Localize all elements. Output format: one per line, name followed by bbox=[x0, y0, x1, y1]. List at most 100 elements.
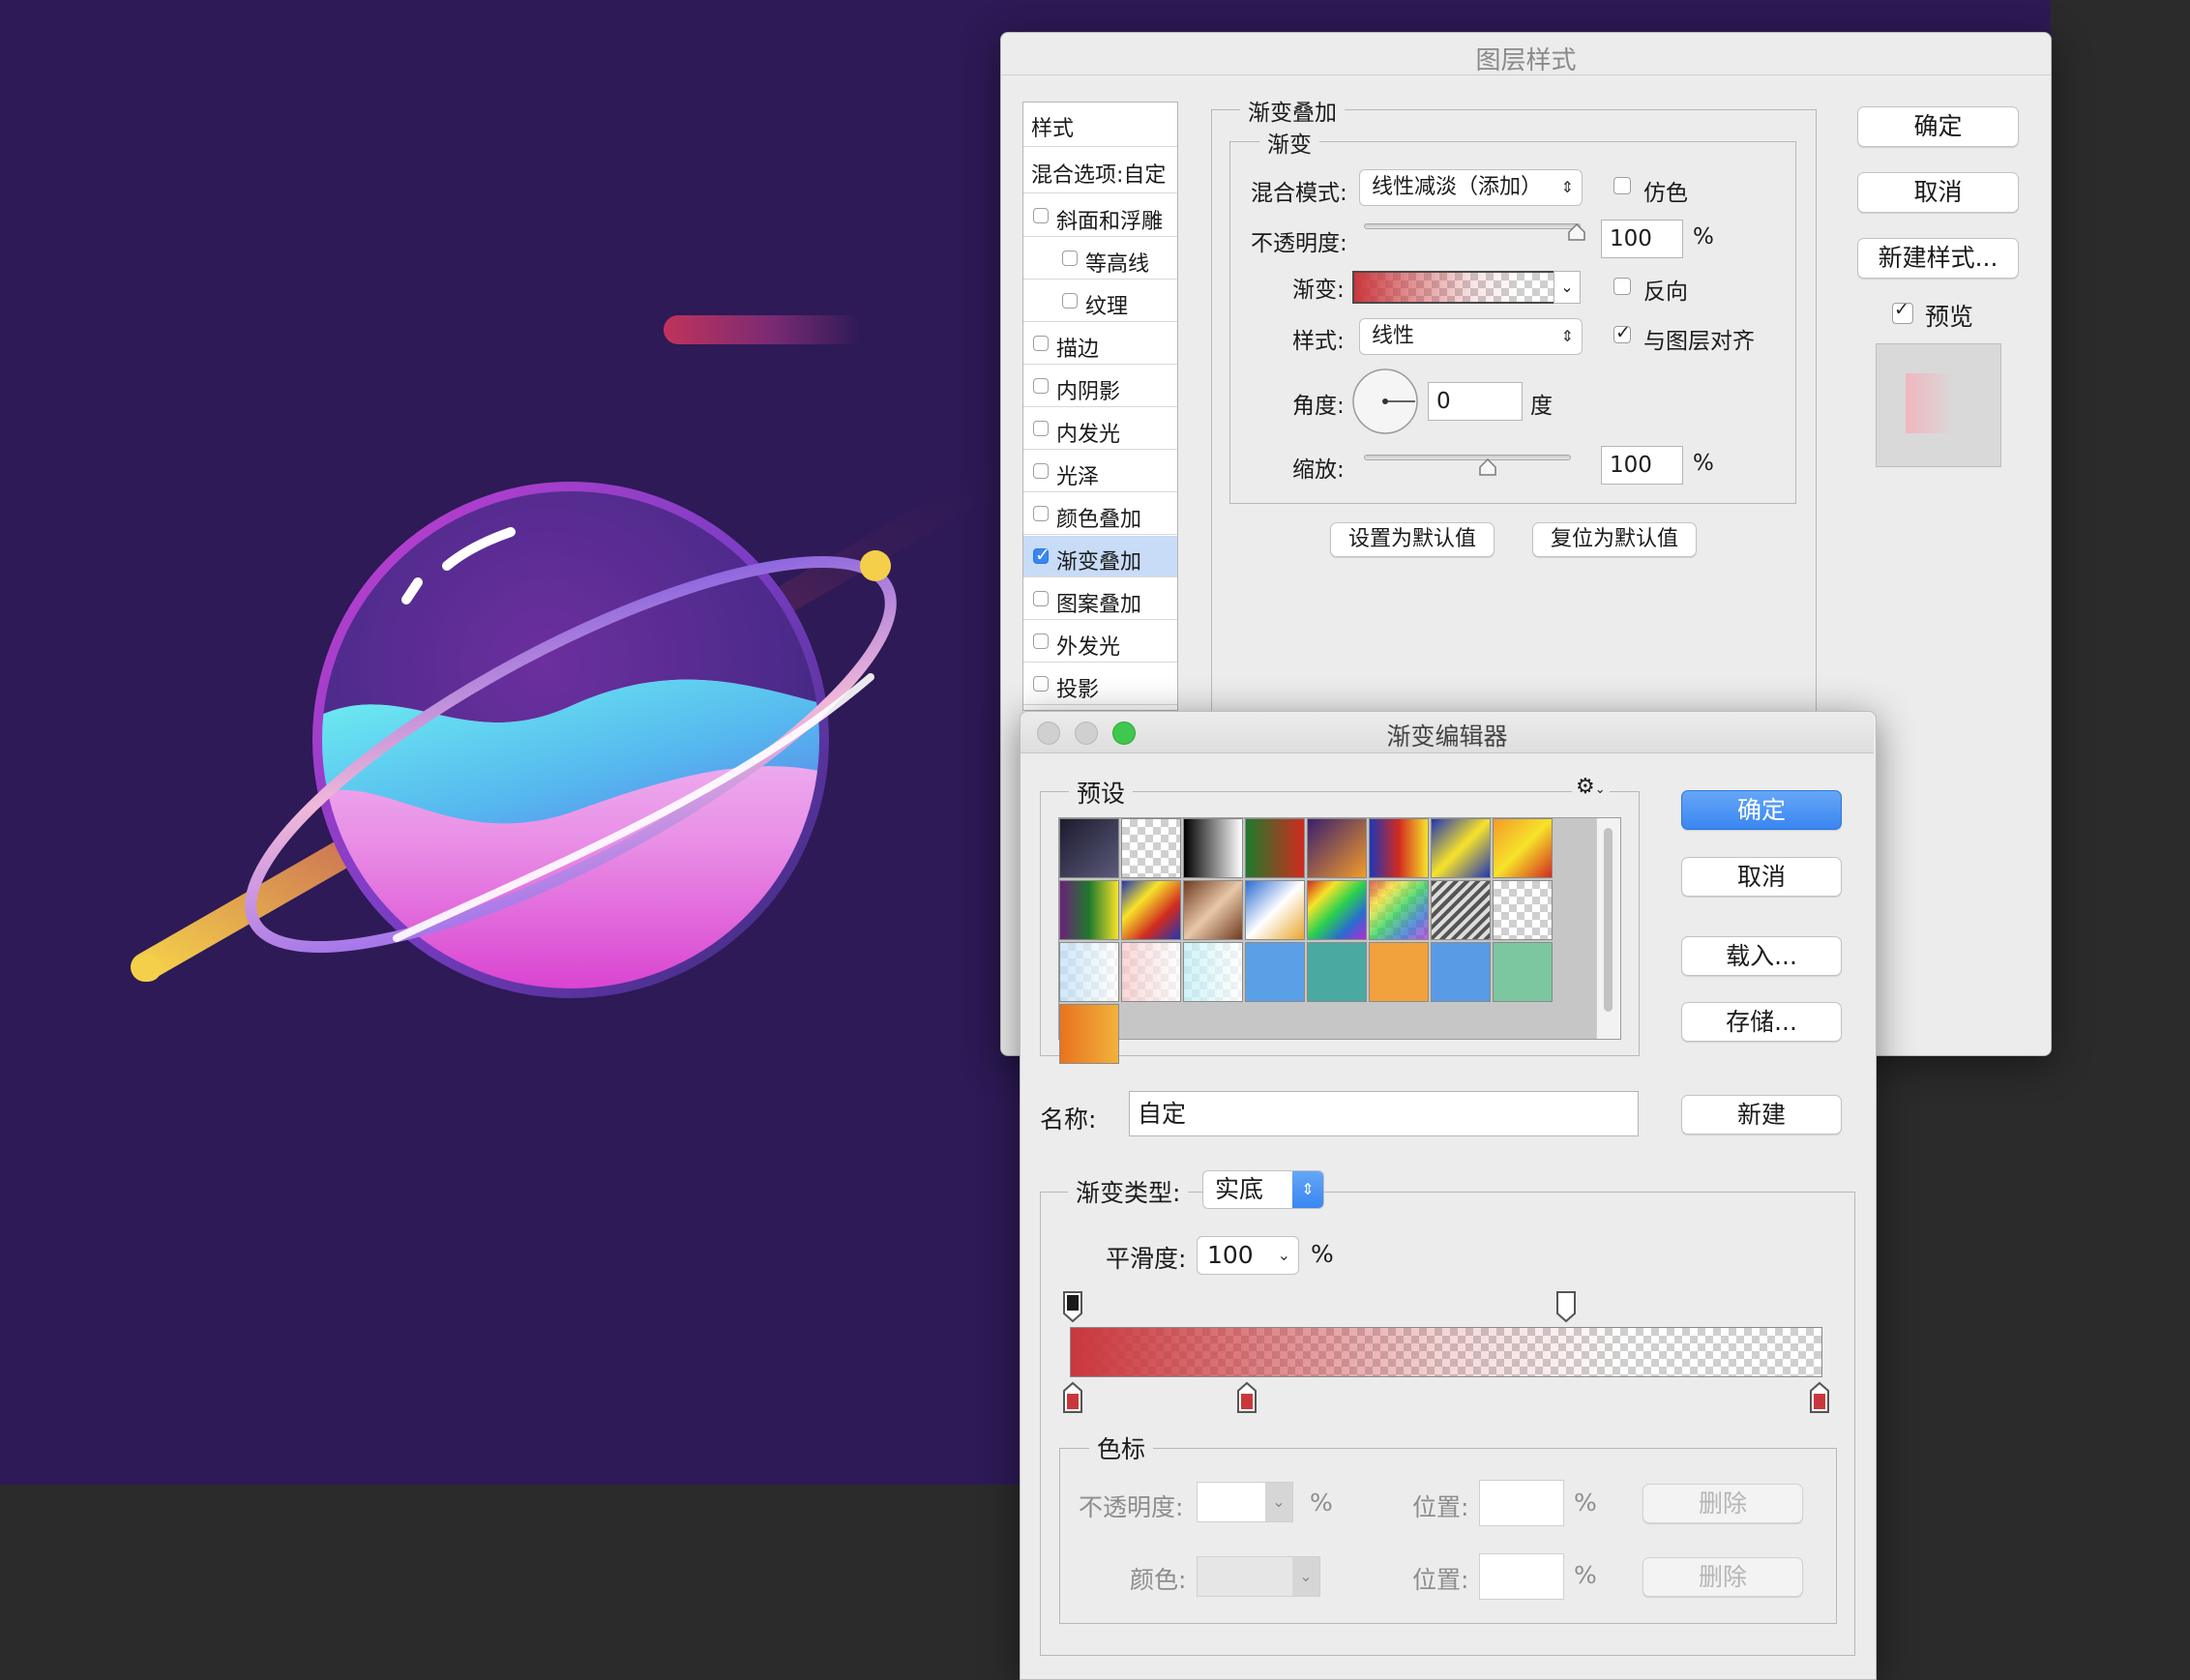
effect-item[interactable]: 内发光 bbox=[1023, 408, 1177, 450]
opacity-input[interactable]: 100 bbox=[1601, 220, 1683, 258]
preset-swatch[interactable] bbox=[1307, 942, 1367, 1002]
new-gradient-button[interactable]: 新建 bbox=[1681, 1095, 1842, 1135]
opacity-slider[interactable] bbox=[1364, 223, 1581, 229]
effect-item[interactable]: 颜色叠加 bbox=[1023, 493, 1177, 535]
preset-swatch[interactable] bbox=[1245, 818, 1305, 878]
stop-opacity-input[interactable]: ⌄ bbox=[1197, 1482, 1293, 1522]
delete-opacity-stop-button[interactable]: 删除 bbox=[1642, 1484, 1803, 1523]
preset-swatch[interactable] bbox=[1431, 942, 1491, 1002]
preview-checkbox[interactable] bbox=[1892, 299, 1913, 324]
effect-checkbox[interactable] bbox=[1033, 545, 1051, 566]
preset-swatch[interactable] bbox=[1493, 818, 1553, 878]
dither-checkbox[interactable] bbox=[1613, 177, 1631, 194]
scale-label: 缩放: bbox=[1292, 457, 1345, 483]
scale-slider-thumb[interactable] bbox=[1478, 457, 1497, 477]
effect-checkbox[interactable] bbox=[1062, 293, 1078, 309]
preset-swatch[interactable] bbox=[1369, 818, 1429, 878]
effect-item[interactable]: 内阴影 bbox=[1023, 366, 1177, 407]
preset-swatch[interactable] bbox=[1183, 880, 1243, 940]
preset-swatch[interactable] bbox=[1059, 1004, 1119, 1064]
opacity-stop-end[interactable] bbox=[1555, 1290, 1577, 1323]
opacity-position-input[interactable] bbox=[1479, 1480, 1564, 1526]
effect-checkbox[interactable] bbox=[1062, 251, 1078, 266]
preset-swatch[interactable] bbox=[1369, 942, 1429, 1002]
effect-item[interactable]: 图案叠加 bbox=[1023, 578, 1177, 620]
effect-checkbox[interactable] bbox=[1033, 208, 1049, 223]
opacity-slider-thumb[interactable] bbox=[1567, 222, 1586, 242]
save-button[interactable]: 存储... bbox=[1681, 1002, 1842, 1042]
angle-dial-icon[interactable] bbox=[1351, 368, 1419, 435]
updown-icon: ⇕ bbox=[1560, 178, 1574, 196]
preset-scrollbar[interactable] bbox=[1596, 818, 1620, 1039]
preset-swatch[interactable] bbox=[1059, 818, 1119, 878]
effect-item[interactable]: 斜面和浮雕 bbox=[1023, 195, 1177, 237]
preset-swatch[interactable] bbox=[1493, 880, 1553, 940]
styles-header[interactable]: 样式 bbox=[1023, 103, 1177, 147]
effect-item[interactable]: 投影 bbox=[1023, 663, 1177, 705]
preset-swatch[interactable] bbox=[1493, 942, 1553, 1002]
preset-swatch[interactable] bbox=[1245, 880, 1305, 940]
effect-checkbox[interactable] bbox=[1033, 634, 1049, 649]
effect-item[interactable]: 外发光 bbox=[1023, 621, 1177, 663]
opacity-percent: % bbox=[1693, 224, 1714, 250]
effect-checkbox[interactable] bbox=[1033, 421, 1049, 436]
preset-swatch[interactable] bbox=[1183, 942, 1243, 1002]
align-with-layer-label: 与图层对齐 bbox=[1643, 329, 1755, 354]
stop-color-swatch[interactable]: ⌄ bbox=[1197, 1556, 1320, 1597]
gradient-ok-button[interactable]: 确定 bbox=[1681, 790, 1842, 830]
angle-input[interactable]: 0 bbox=[1428, 382, 1523, 421]
name-input[interactable]: 自定 bbox=[1129, 1091, 1639, 1136]
scale-slider[interactable] bbox=[1364, 455, 1571, 460]
preset-swatch[interactable] bbox=[1245, 942, 1305, 1002]
preset-swatch[interactable] bbox=[1059, 880, 1119, 940]
smoothness-select[interactable]: 100 ⌄ bbox=[1197, 1236, 1299, 1275]
preset-scrollbar-thumb[interactable] bbox=[1604, 828, 1613, 1012]
preset-swatch[interactable] bbox=[1431, 880, 1491, 940]
effect-checkbox[interactable] bbox=[1033, 676, 1049, 692]
new-style-button[interactable]: 新建样式... bbox=[1857, 238, 2019, 279]
effect-checkbox[interactable] bbox=[1033, 463, 1049, 479]
preset-swatch[interactable] bbox=[1369, 880, 1429, 940]
blend-options-item[interactable]: 混合选项:自定 bbox=[1023, 149, 1177, 193]
layer-style-cancel-button[interactable]: 取消 bbox=[1857, 172, 2019, 213]
preset-swatch[interactable] bbox=[1121, 818, 1181, 878]
gear-icon[interactable]: ⚙⌄ bbox=[1572, 775, 1610, 799]
preset-swatch[interactable] bbox=[1431, 818, 1491, 878]
preset-swatch[interactable] bbox=[1183, 818, 1243, 878]
effect-item[interactable]: 纹理 bbox=[1023, 280, 1177, 322]
align-with-layer-checkbox[interactable] bbox=[1613, 322, 1631, 343]
scale-input[interactable]: 100 bbox=[1601, 446, 1683, 485]
gradient-preview-swatch[interactable] bbox=[1352, 271, 1555, 304]
effect-item[interactable]: 渐变叠加 bbox=[1023, 536, 1177, 577]
chevron-down-icon: ⌄ bbox=[1277, 1246, 1290, 1264]
effect-item[interactable]: 光泽 bbox=[1023, 451, 1177, 492]
preset-swatch[interactable] bbox=[1307, 818, 1367, 878]
reset-default-button[interactable]: 复位为默认值 bbox=[1532, 522, 1697, 557]
color-stop-end[interactable] bbox=[1809, 1381, 1830, 1414]
opacity-stop-start[interactable] bbox=[1062, 1290, 1083, 1323]
reverse-checkbox[interactable] bbox=[1613, 278, 1631, 295]
gradient-cancel-button[interactable]: 取消 bbox=[1681, 857, 1842, 897]
load-button[interactable]: 载入... bbox=[1681, 936, 1842, 976]
preset-swatch[interactable] bbox=[1059, 942, 1119, 1002]
effect-checkbox[interactable] bbox=[1033, 591, 1049, 606]
effect-checkbox[interactable] bbox=[1033, 378, 1049, 394]
effect-checkbox[interactable] bbox=[1033, 336, 1049, 351]
gradient-bar[interactable] bbox=[1070, 1327, 1822, 1377]
blend-mode-select[interactable]: 线性减淡（添加） ⇕ bbox=[1359, 169, 1583, 206]
set-default-button[interactable]: 设置为默认值 bbox=[1330, 522, 1495, 557]
delete-color-stop-button[interactable]: 删除 bbox=[1642, 1557, 1803, 1597]
preset-swatch[interactable] bbox=[1121, 942, 1181, 1002]
effect-checkbox[interactable] bbox=[1033, 506, 1049, 521]
color-stop-mid[interactable] bbox=[1236, 1381, 1258, 1414]
color-stop-start[interactable] bbox=[1062, 1381, 1083, 1414]
gradient-type-select[interactable]: 实底 ⇕ bbox=[1202, 1170, 1324, 1209]
preset-swatch[interactable] bbox=[1307, 880, 1367, 940]
effect-item[interactable]: 等高线 bbox=[1023, 238, 1177, 280]
color-position-input[interactable] bbox=[1479, 1553, 1564, 1600]
gradient-dropdown-chevron-icon[interactable]: ⌄ bbox=[1554, 271, 1581, 304]
preset-swatch[interactable] bbox=[1121, 880, 1181, 940]
effect-item[interactable]: 描边 bbox=[1023, 323, 1177, 365]
layer-style-ok-button[interactable]: 确定 bbox=[1857, 106, 2019, 147]
style-select[interactable]: 线性 ⇕ bbox=[1359, 318, 1583, 355]
